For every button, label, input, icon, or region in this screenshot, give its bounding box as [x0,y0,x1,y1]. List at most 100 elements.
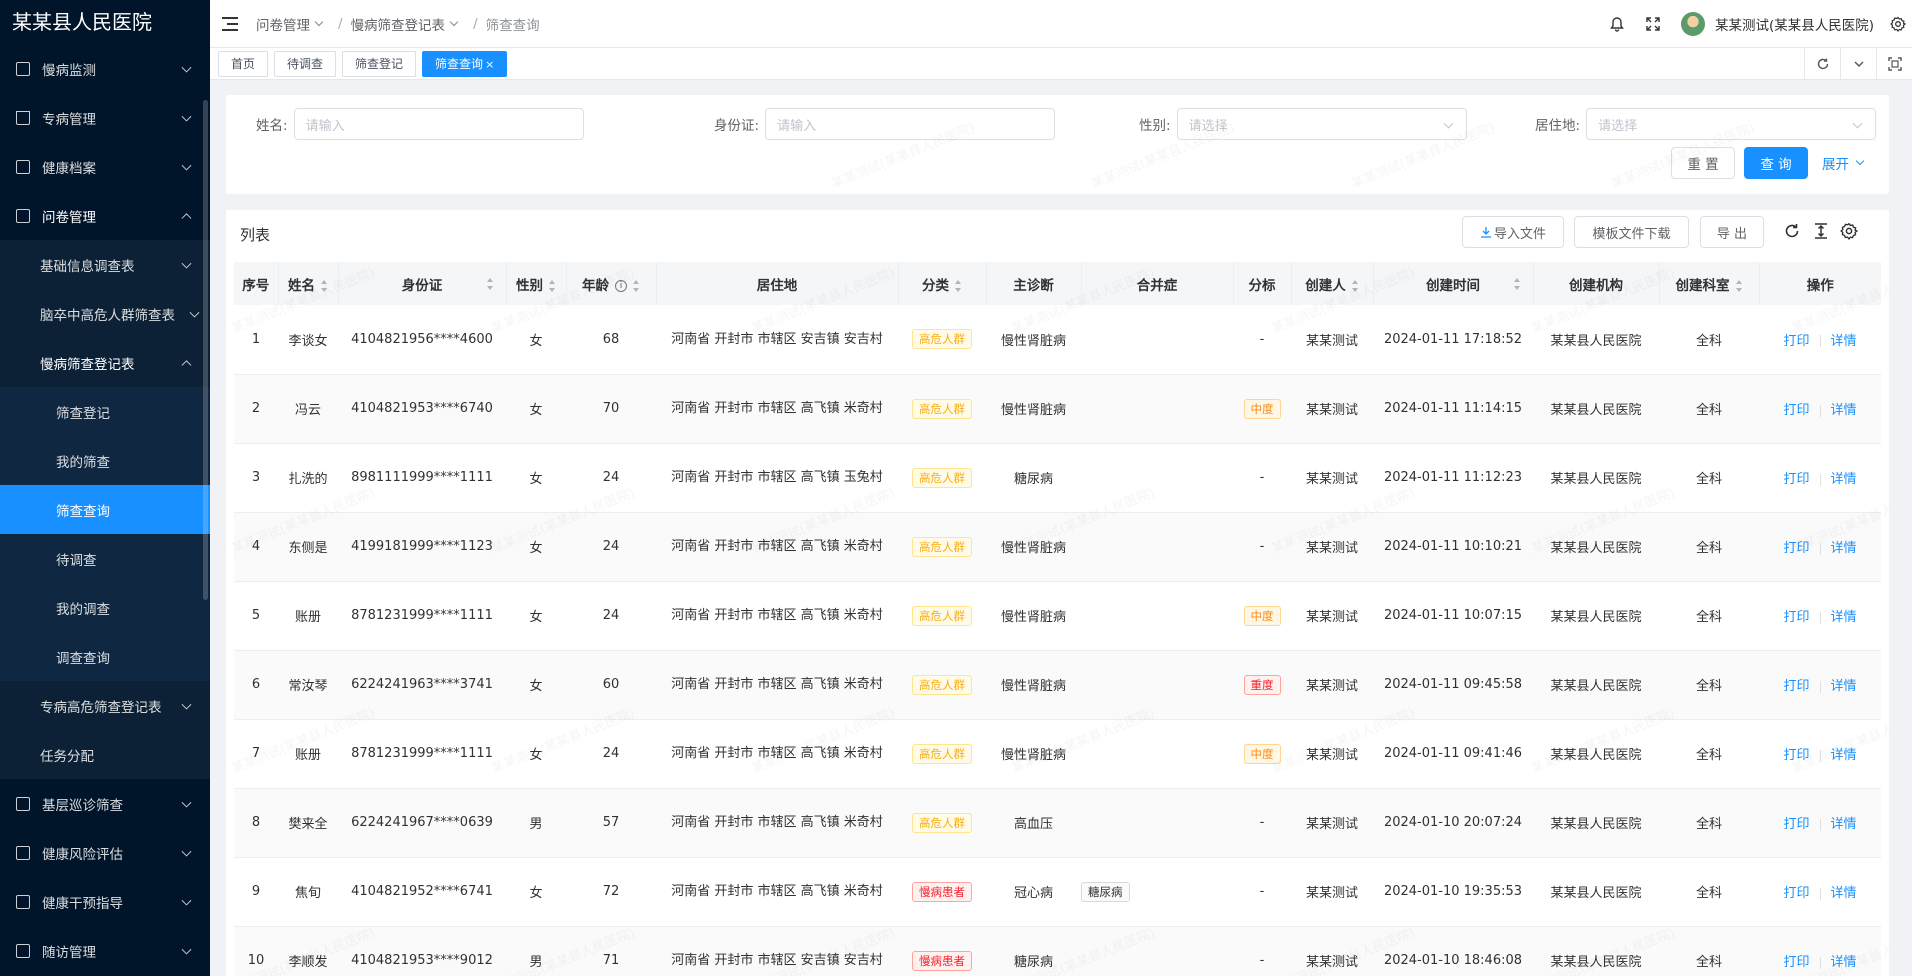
print-link[interactable]: 打印 [1783,886,1809,901]
sidebar-item-pending-survey[interactable]: 待调查 [0,534,210,583]
avatar[interactable] [1680,12,1705,36]
fullscreen-icon[interactable] [1645,16,1661,32]
import-file-button[interactable]: 导入文件 [1462,216,1564,248]
breadcrumb-item[interactable]: 慢病筛查登记表 [351,14,466,34]
refresh-icon[interactable] [1783,222,1801,240]
column-header[interactable]: 创建时间 [1373,262,1534,305]
cell-level: 中度 [1233,374,1291,444]
created-dept: 全科 [1695,817,1722,832]
sidebar-item-chronic-screen[interactable]: 慢病筛查登记表 [0,338,210,387]
category-tag: 慢病患者 [912,881,972,902]
print-link[interactable]: 打印 [1783,679,1809,694]
bell-icon[interactable] [1609,16,1625,32]
cell-time: 2024-01-10 20:07:24 [1373,788,1533,858]
sort-icon[interactable] [486,278,494,290]
column-header[interactable]: 创建人 [1291,262,1374,305]
name-input[interactable]: 请输入 [293,108,584,140]
detail-link[interactable]: 详情 [1831,886,1857,901]
cell-addr: 河南省 开封市 市辖区 高飞镇 米奇村 [656,650,898,720]
column-height-icon[interactable] [1812,222,1830,240]
column-header[interactable]: 分类 [898,262,987,305]
column-header[interactable]: 性别 [506,262,567,305]
detail-link[interactable]: 详情 [1831,541,1857,556]
sidebar-item-survey-query[interactable]: 调查查询 [0,632,210,681]
detail-link[interactable]: 详情 [1831,334,1857,349]
cell-category: 高危人群 [898,305,986,375]
print-link[interactable]: 打印 [1783,541,1809,556]
chevron-down-icon[interactable] [1840,48,1876,80]
sidebar-item-chronic-monitor[interactable]: 慢病监测 [0,44,210,93]
cell-dept: 全科 [1659,305,1759,375]
template-download-button[interactable]: 模板文件下载 [1574,216,1689,248]
sidebar-item-special-disease[interactable]: 专病管理 [0,93,210,142]
residence-select[interactable]: 请选择 [1586,108,1877,140]
column-header[interactable]: 身份证 [338,262,507,305]
tab-pending-survey[interactable]: 待调查 [274,50,337,77]
search-button[interactable]: 查 询 [1744,147,1808,179]
info-icon[interactable]: i [615,279,627,292]
sidebar-item-basic-info[interactable]: 基础信息调查表 [0,240,210,289]
sidebar-item-my-screen[interactable]: 我的筛查 [0,436,210,485]
sidebar-item-label: 健康风险评估 [42,846,123,863]
detail-link[interactable]: 详情 [1831,955,1857,970]
print-link[interactable]: 打印 [1783,334,1809,349]
sort-icon[interactable] [633,279,640,292]
close-icon[interactable]: × [485,58,494,71]
detail-link[interactable]: 详情 [1831,610,1857,625]
print-link[interactable]: 打印 [1783,955,1809,970]
detail-link[interactable]: 详情 [1831,817,1857,832]
cell-level: - [1233,512,1291,582]
detail-link[interactable]: 详情 [1831,472,1857,487]
sidebar-item-grassroots[interactable]: 基层巡诊筛查 [0,779,210,828]
sidebar-item-health-record[interactable]: 健康档案 [0,142,210,191]
cell-diagnosis: 糖尿病 [986,926,1081,976]
print-link[interactable]: 打印 [1783,610,1809,625]
detail-link[interactable]: 详情 [1831,748,1857,763]
menu-toggle-icon[interactable] [222,16,238,31]
expand-button[interactable]: 展开 [1822,153,1865,173]
print-link[interactable]: 打印 [1783,748,1809,763]
sort-icon[interactable] [1351,279,1359,292]
sidebar-item-intervention[interactable]: 健康干预指导 [0,877,210,926]
sort-icon[interactable] [1513,278,1521,290]
sidebar-item-special-high-risk[interactable]: 专病高危筛查登记表 [0,681,210,730]
refresh-icon[interactable] [1804,48,1840,80]
print-link[interactable]: 打印 [1783,472,1809,487]
gender-select[interactable]: 请选择 [1176,108,1467,140]
tab-home[interactable]: 首页 [218,50,269,77]
detail-link[interactable]: 详情 [1831,679,1857,694]
tab-screen-query[interactable]: 筛查查询 × [422,50,508,77]
sidebar-item-stroke[interactable]: 脑卒中高危人群筛查表 [0,289,210,338]
maximize-icon[interactable] [1876,48,1912,80]
user-name[interactable]: 某某测试(某某县人民医院) [1715,14,1874,34]
gear-icon[interactable] [1890,16,1907,32]
print-link[interactable]: 打印 [1783,403,1809,418]
sort-icon[interactable] [321,279,328,292]
tab-screen-register[interactable]: 筛查登记 [342,50,417,77]
sidebar-scrollbar[interactable] [203,100,208,600]
column-header[interactable]: 创建科室 [1659,262,1760,305]
column-header[interactable]: 年龄 i [566,262,657,305]
sort-icon[interactable] [549,279,556,292]
sidebar-item-screen-register[interactable]: 筛查登记 [0,387,210,436]
sidebar-item-screen-query[interactable]: 筛查查询 [0,485,210,534]
export-button[interactable]: 导 出 [1700,216,1764,248]
column-header[interactable]: 姓名 [278,262,339,305]
reset-button[interactable]: 重 置 [1671,147,1735,179]
sidebar-item-followup[interactable]: 随访管理 [0,926,210,975]
sidebar-item-risk-assessment[interactable]: 健康风险评估 [0,828,210,877]
gear-icon[interactable] [1840,222,1859,240]
table-row: 6 常汝琴 6224241963****3741 女 60 河南省 开封市 市辖区 高飞镇… [234,650,1881,720]
id-input[interactable]: 请输入 [765,108,1056,140]
detail-link[interactable]: 详情 [1831,403,1857,418]
print-link[interactable]: 打印 [1783,817,1809,832]
sidebar-item-task-assign[interactable]: 任务分配 [0,730,210,779]
sort-icon[interactable] [1735,279,1743,292]
sort-icon[interactable] [955,279,962,292]
breadcrumb-item[interactable]: 问卷管理 [256,14,330,34]
sidebar-item-my-survey[interactable]: 我的调查 [0,583,210,632]
sidebar-item-survey[interactable]: 问卷管理 [0,191,210,240]
residence: 河南省 开封市 市辖区 高飞镇 米奇村 [671,815,883,830]
download-icon [1480,227,1491,238]
cell-creator: 某某测试 [1291,857,1373,927]
